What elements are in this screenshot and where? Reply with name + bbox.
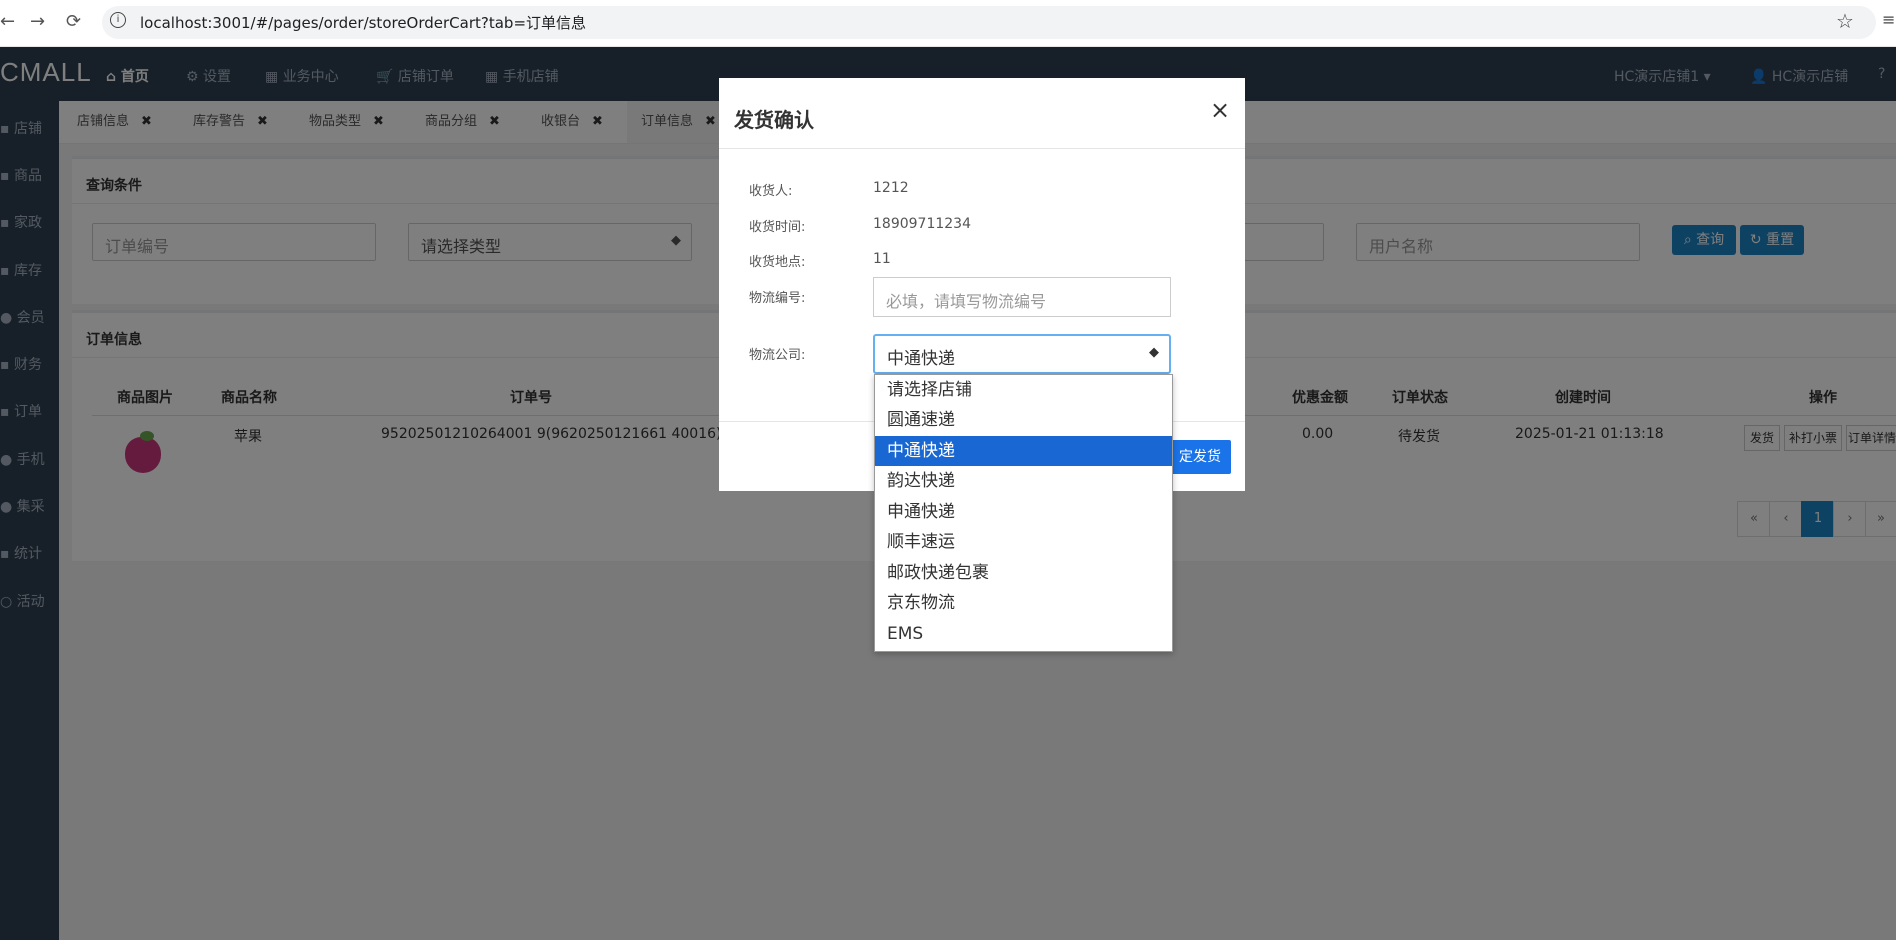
modal-title: 发货确认	[734, 108, 814, 132]
select-caret-icon: ◆	[1149, 345, 1159, 360]
company-label: 物流公司:	[749, 348, 806, 363]
bookmark-star-icon[interactable]: ☆	[1836, 9, 1854, 33]
option-ems[interactable]: EMS	[875, 619, 1172, 649]
close-icon[interactable]: ×	[1210, 96, 1230, 124]
option-zhongtong[interactable]: 中通快递	[875, 436, 1172, 466]
option-post[interactable]: 邮政快递包裹	[875, 558, 1172, 588]
browser-menu-icon[interactable]: ≡	[1882, 10, 1895, 29]
browser-toolbar: ← → ⟳ i localhost:3001/#/pages/order/sto…	[0, 0, 1896, 47]
forward-icon[interactable]: →	[30, 11, 45, 32]
site-info-icon[interactable]: i	[110, 12, 126, 28]
logistics-company-select[interactable]: 中通快递 ◆	[873, 334, 1171, 374]
option-jd[interactable]: 京东物流	[875, 588, 1172, 618]
receiver-label: 收货人:	[749, 184, 793, 199]
option-shentong[interactable]: 申通快递	[875, 497, 1172, 527]
address-value: 11	[873, 251, 891, 267]
option-placeholder[interactable]: 请选择店铺	[875, 375, 1172, 405]
receive-time-value: 18909711234	[873, 216, 971, 232]
reload-icon[interactable]: ⟳	[66, 11, 81, 32]
option-yuantong[interactable]: 圆通速递	[875, 405, 1172, 435]
address-label: 收货地点:	[749, 255, 806, 270]
url-text[interactable]: localhost:3001/#/pages/order/storeOrderC…	[140, 12, 586, 33]
tracking-number-input[interactable]: 必填，请填写物流编号	[873, 277, 1171, 317]
option-yunda[interactable]: 韵达快递	[875, 466, 1172, 496]
receive-time-label: 收货时间:	[749, 220, 806, 235]
back-icon[interactable]: ←	[0, 11, 15, 32]
logistics-company-dropdown: 请选择店铺 圆通速递 中通快递 韵达快递 申通快递 顺丰速运 邮政快递包裹 京东…	[874, 374, 1173, 652]
tracking-label: 物流编号:	[749, 291, 806, 306]
logistics-company-value: 中通快递	[887, 349, 955, 369]
option-shunfeng[interactable]: 顺丰速运	[875, 527, 1172, 557]
receiver-value: 1212	[873, 180, 909, 196]
